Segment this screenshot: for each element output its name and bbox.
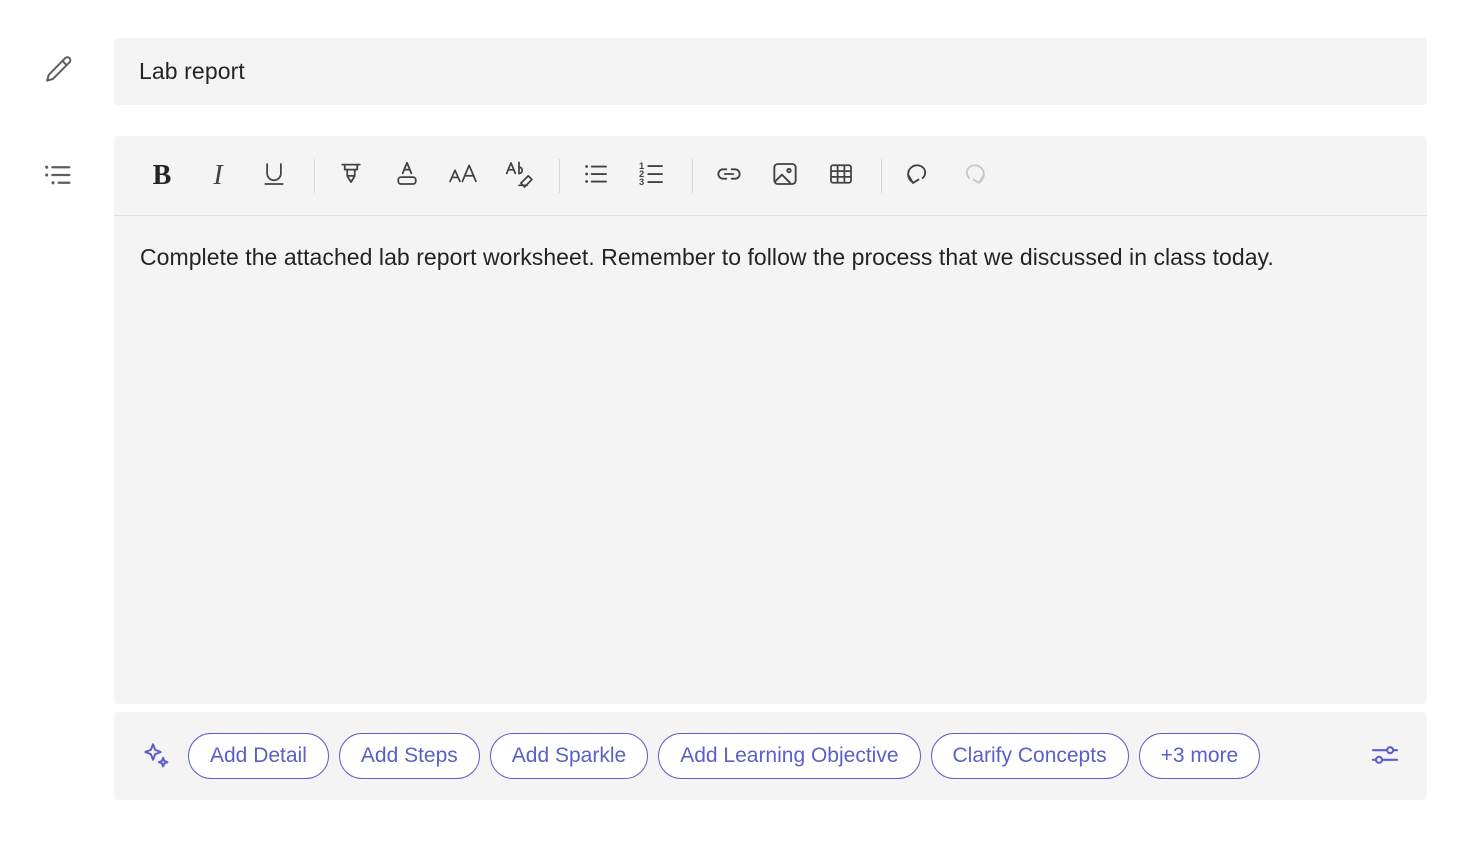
image-icon [769,158,801,193]
suggestion-chip-more[interactable]: +3 more [1138,733,1261,779]
assignment-title-field[interactable]: Lab report [114,38,1427,105]
highlighter-icon [336,159,366,192]
instructions-text-area[interactable]: Complete the attached lab report workshe… [114,217,1427,704]
left-icon-rail [0,0,114,844]
redo-icon [958,158,990,193]
formatting-toolbar: B I 1 2 3 [114,136,1427,216]
font-color-icon [392,159,422,192]
bulleted-list-icon [581,159,611,192]
suggestion-chip-list: Add Detail Add Steps Add Sparkle Add Lea… [188,733,1353,779]
font-size-button[interactable] [441,154,485,198]
toolbar-separator-4 [881,158,882,193]
suggestion-chip-add-sparkle[interactable]: Add Sparkle [489,733,649,779]
numbered-list-button[interactable]: 1 2 3 [630,154,674,198]
bullet-list-icon [38,155,78,195]
italic-icon: I [213,159,223,191]
suggestion-chip-add-steps[interactable]: Add Steps [338,733,480,779]
assignment-title-value: Lab report [139,58,245,84]
settings-sliders-button[interactable] [1363,734,1407,778]
undo-button[interactable] [896,154,940,198]
instructions-text: Complete the attached lab report workshe… [140,244,1274,270]
insert-table-button[interactable] [819,154,863,198]
suggestion-chip-add-learning-objective[interactable]: Add Learning Objective [658,733,921,779]
underline-button[interactable] [252,154,296,198]
italic-button[interactable]: I [196,154,240,198]
suggestion-chip-add-detail[interactable]: Add Detail [188,733,329,779]
toolbar-separator-3 [692,158,693,193]
table-icon [826,159,856,192]
bold-icon: B [152,159,172,191]
toolbar-separator-2 [559,158,560,193]
bulleted-list-button[interactable] [574,154,618,198]
ai-suggestions-bar: Add Detail Add Steps Add Sparkle Add Lea… [114,712,1427,800]
insert-image-button[interactable] [763,154,807,198]
redo-button[interactable] [952,154,996,198]
highlight-button[interactable] [329,154,373,198]
instructions-editor-panel: B I 1 2 3 Complete the attached lab repo… [114,136,1427,704]
insert-link-button[interactable] [707,154,751,198]
font-size-icon [447,158,479,193]
numbered-list-icon: 1 2 3 [637,159,667,192]
font-color-button[interactable] [385,154,429,198]
undo-icon [902,158,934,193]
toolbar-separator-1 [314,158,315,193]
sparkle-icon [140,739,174,773]
link-icon [713,158,745,193]
settings-sliders-icon [1368,738,1402,775]
pencil-icon [38,50,78,90]
assignment-editor: Lab report B I 1 2 3 Complete the attach… [0,0,1460,844]
bold-button[interactable]: B [140,154,184,198]
suggestion-chip-clarify-concepts[interactable]: Clarify Concepts [930,733,1129,779]
svg-text:3: 3 [639,177,644,187]
underline-icon [259,159,289,192]
clear-formatting-icon [503,158,535,193]
clear-formatting-button[interactable] [497,154,541,198]
